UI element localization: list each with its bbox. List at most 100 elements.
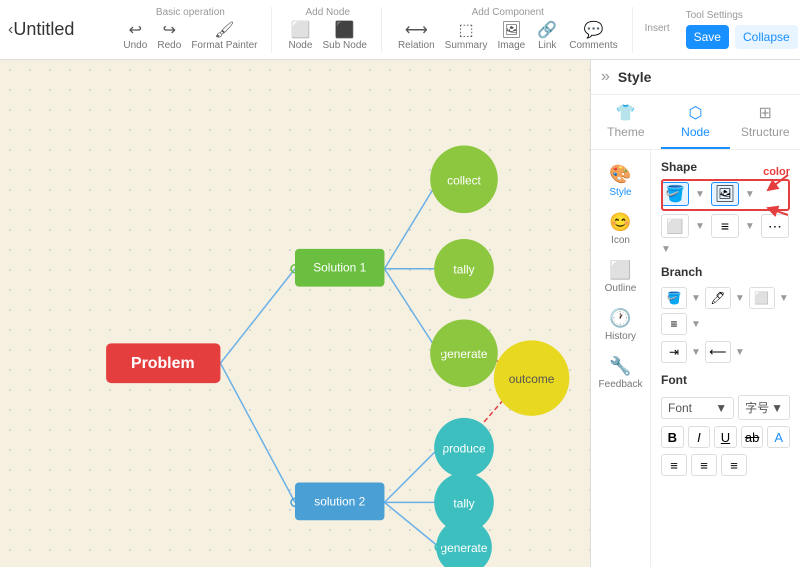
toolbar-group-add-node: Add Node ⬜Node ⬛Sub Node <box>284 7 381 53</box>
svg-text:generate: generate <box>440 347 487 361</box>
bi-arrow: ▼ <box>691 347 701 358</box>
format-painter-button[interactable]: 🖌Format Painter <box>187 21 261 53</box>
color-dropdown-arrow[interactable]: ▼ <box>695 189 705 200</box>
underline-button[interactable]: U <box>714 426 737 448</box>
panel-tabs: 👕 Theme ⬡ Node ⊞ Structure <box>591 95 800 150</box>
font-size-arrow: ▼ <box>771 401 783 415</box>
branch-rect-button[interactable]: ⬜ <box>749 287 775 309</box>
sidebar-outline-icon[interactable]: ⬜ Outline <box>595 254 647 300</box>
comments-button[interactable]: 💬Comments <box>565 21 621 53</box>
font-family-select[interactable]: Font ▼ <box>661 397 734 419</box>
outline-dash-button[interactable]: ⋯ <box>761 214 789 238</box>
svg-text:Problem: Problem <box>131 355 195 372</box>
branch-outdent-button[interactable]: ⟵ <box>705 341 731 363</box>
font-section: Font Font ▼ 字号 ▼ B I <box>661 373 790 476</box>
svg-text:generate: generate <box>440 541 487 555</box>
toolbar-buttons-basic: ↩Undo ↪Redo 🖌Format Painter <box>119 21 261 53</box>
line-arrow: ▼ <box>745 221 755 232</box>
branch-indent-button[interactable]: ⇥ <box>661 341 687 363</box>
svg-text:solution 2: solution 2 <box>314 494 365 508</box>
structure-icon: ⊞ <box>758 103 771 123</box>
shape-style-row: 🪣 ▼ 🖼 ▼ shape <box>661 182 790 206</box>
outline-icon: ⬜ <box>609 260 631 281</box>
branch-fill-dropdown[interactable]: ▼ <box>691 293 701 304</box>
collapse-button[interactable]: Collapse <box>735 25 798 49</box>
branch-row-1: 🪣 ▼ 🖊 ▼ ⬜ ▼ ≡ ▼ <box>661 287 790 335</box>
undo-button[interactable]: ↩Undo <box>119 21 151 53</box>
sidebar-feedback-icon[interactable]: 🔧 Feedback <box>595 350 647 396</box>
branch-line-color-button[interactable]: 🖊 <box>705 287 731 309</box>
dash-arrow: ▼ <box>661 244 671 255</box>
branch-align-dropdown[interactable]: ▼ <box>691 319 701 330</box>
svg-text:produce: produce <box>442 442 485 456</box>
svg-text:tally: tally <box>453 496 474 510</box>
topbar: ‹ Untitled Basic operation ↩Undo ↪Redo 🖌… <box>0 0 800 60</box>
relation-button[interactable]: ⟷Relation <box>394 21 439 53</box>
shape-fill-button[interactable]: 🪣 <box>661 182 689 206</box>
sidebar-icon-icon[interactable]: 😊 Icon <box>595 206 647 252</box>
branch-row-2: ⇥ ▼ ⟵ ▼ <box>661 341 790 363</box>
save-button[interactable]: Save <box>686 25 729 49</box>
svg-text:Solution 1: Solution 1 <box>313 261 366 275</box>
font-select-row: Font ▼ 字号 ▼ <box>661 395 790 420</box>
outline-border-dropdown[interactable]: ▼ <box>695 221 705 232</box>
strikethrough-button[interactable]: ab <box>741 426 764 448</box>
outline-dash-dropdown[interactable]: ▼ <box>661 244 671 255</box>
sidebar-history-icon[interactable]: 🕐 History <box>595 302 647 348</box>
font-size-select[interactable]: 字号 ▼ <box>738 395 790 420</box>
bl-arrow: ▼ <box>735 293 745 304</box>
link-button[interactable]: 🔗Link <box>531 21 563 53</box>
style-icon: 🎨 <box>609 164 631 185</box>
tab-node[interactable]: ⬡ Node <box>661 95 731 149</box>
mindmap-svg: Problem Solution 1 solution 2 collect ta… <box>0 60 590 567</box>
font-section-label: Font <box>661 373 790 387</box>
toolbar-group-add-component: Add Component ⟷Relation ⬚Summary 🖼Image … <box>394 7 633 53</box>
branch-align-button[interactable]: ≡ <box>661 313 687 335</box>
outline-line-dropdown[interactable]: ▼ <box>745 221 755 232</box>
bold-button[interactable]: B <box>661 426 684 448</box>
outline-line-button[interactable]: ≡ <box>711 214 739 238</box>
sub-node-button[interactable]: ⬛Sub Node <box>318 21 370 53</box>
node-button[interactable]: ⬜Node <box>284 21 316 53</box>
svg-text:outcome: outcome <box>509 372 555 386</box>
sidebar-style-icon[interactable]: 🎨 Style <box>595 158 647 204</box>
italic-button[interactable]: I <box>688 426 711 448</box>
branch-rect-dropdown[interactable]: ▼ <box>779 293 789 304</box>
svg-text:collect: collect <box>447 173 481 187</box>
font-color-button[interactable]: A <box>767 426 790 448</box>
image-button[interactable]: 🖼Image <box>493 21 529 53</box>
font-color-row: ≡ ≡ ≡ <box>661 454 790 476</box>
branch-fill-button[interactable]: 🪣 <box>661 287 687 309</box>
shape-type-button[interactable]: 🖼 <box>711 182 739 206</box>
shape-arrow-icon: ▼ <box>745 189 755 200</box>
shape-dropdown-arrow[interactable]: ▼ <box>745 189 755 200</box>
text-align-left-button[interactable]: ≡ <box>661 454 687 476</box>
branch-section: Branch 🪣 ▼ 🖊 ▼ ⬜ ▼ ≡ ▼ ⇥ ▼ <box>661 265 790 363</box>
tool-settings-label: Tool Settings <box>686 10 743 21</box>
panel-inner: 🎨 Style 😊 Icon ⬜ Outline 🕐 History 🔧 <box>591 150 800 567</box>
summary-button[interactable]: ⬚Summary <box>441 21 492 53</box>
tool-settings-buttons: Save Collapse 🔗 Share 📁 Export <box>686 25 800 49</box>
branch-section-label: Branch <box>661 265 790 279</box>
panel-collapse-button[interactable]: » <box>601 68 610 86</box>
panel-content: Shape color 🪣 ▼ 🖼 ▼ <box>651 150 800 567</box>
tab-structure[interactable]: ⊞ Structure <box>730 95 800 149</box>
toolbar-group-insert-label: Insert <box>645 23 670 34</box>
outline-arrow: ▼ <box>695 221 705 232</box>
panel-title: Style <box>618 69 651 85</box>
text-align-center-button[interactable]: ≡ <box>691 454 717 476</box>
toolbar-group-insert: Insert <box>645 23 680 37</box>
text-align-right-button[interactable]: ≡ <box>721 454 747 476</box>
toolbar-group-basic-label: Basic operation <box>156 7 225 18</box>
branch-indent-dropdown[interactable]: ▼ <box>691 347 701 358</box>
font-select-arrow: ▼ <box>715 401 727 415</box>
app-title: Untitled <box>13 19 93 40</box>
canvas-area[interactable]: Problem Solution 1 solution 2 collect ta… <box>0 60 590 567</box>
branch-outdent-dropdown[interactable]: ▼ <box>735 347 745 358</box>
right-panel: » Style 👕 Theme ⬡ Node ⊞ Structure 🎨 <box>590 60 800 567</box>
svg-text:tally: tally <box>453 263 474 277</box>
redo-button[interactable]: ↪Redo <box>153 21 185 53</box>
outline-border-button[interactable]: ⬜ <box>661 214 689 238</box>
tab-theme[interactable]: 👕 Theme <box>591 95 661 149</box>
branch-line-dropdown[interactable]: ▼ <box>735 293 745 304</box>
